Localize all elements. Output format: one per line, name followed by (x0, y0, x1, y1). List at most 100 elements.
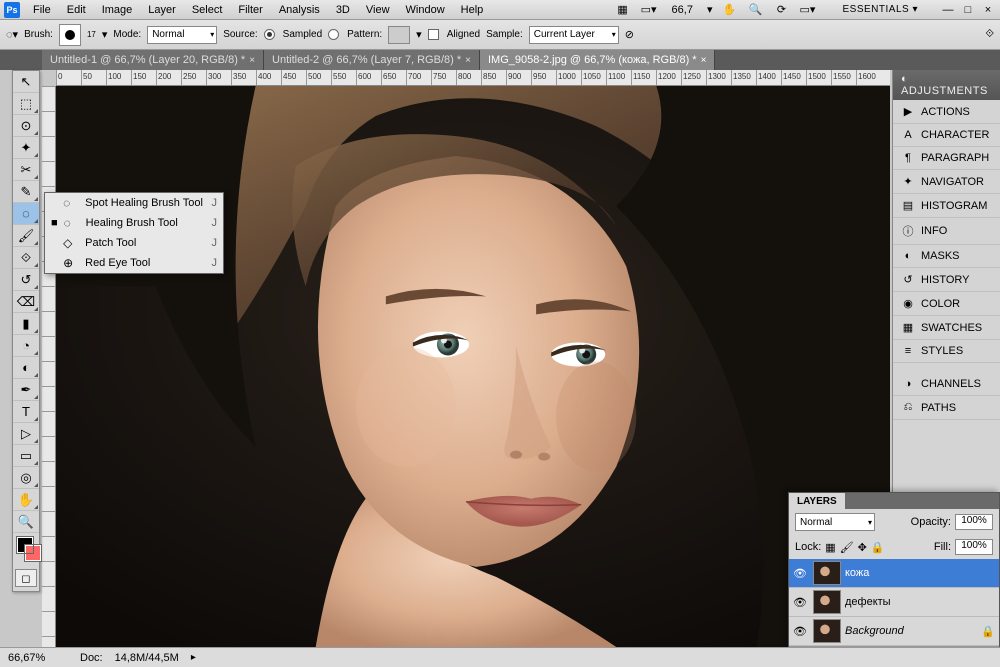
blend-mode-dropdown[interactable]: Normal (795, 513, 875, 531)
3d-tool[interactable]: ◎ (13, 467, 39, 489)
menu-view[interactable]: View (359, 2, 397, 18)
clone-source-icon[interactable]: ⟐ (985, 28, 994, 41)
move-tool[interactable]: ↖ (13, 71, 39, 93)
panel-paragraph[interactable]: ¶PARAGRAPH (893, 147, 1000, 170)
crop-tool[interactable]: ✂ (13, 159, 39, 181)
bridge-icon[interactable]: ▦ (614, 2, 632, 18)
gradient-tool[interactable]: ▮ (13, 313, 39, 335)
document-tab[interactable]: IMG_9058-2.jpg @ 66,7% (кожа, RGB/8) *× (480, 50, 715, 70)
document-tab[interactable]: Untitled-2 @ 66,7% (Layer 7, RGB/8) *× (264, 50, 480, 70)
status-zoom[interactable]: 66,67% (8, 652, 68, 664)
panel-paths[interactable]: ⎌PATHS (893, 396, 1000, 420)
panel-actions[interactable]: ▶ACTIONS (893, 100, 1000, 124)
tab-close-icon[interactable]: × (465, 55, 471, 66)
healing-brush-tool[interactable]: ◌ (13, 203, 39, 225)
menu-analysis[interactable]: Analysis (272, 2, 327, 18)
eraser-tool[interactable]: ⌫ (13, 291, 39, 313)
canvas[interactable] (56, 86, 890, 647)
type-tool[interactable]: T (13, 401, 39, 423)
close-button[interactable]: × (980, 4, 996, 16)
zoom-icon[interactable]: 🔍 (747, 2, 765, 18)
sample-dropdown[interactable]: Current Layer (529, 26, 619, 44)
layers-tab[interactable]: LAYERS (789, 493, 845, 510)
menu-window[interactable]: Window (399, 2, 452, 18)
fill-field[interactable]: 100% (955, 539, 993, 555)
pattern-radio[interactable] (328, 29, 339, 40)
hand-icon[interactable]: ✋ (721, 2, 739, 18)
panel-swatches[interactable]: ▦SWATCHES (893, 316, 1000, 340)
menu-image[interactable]: Image (95, 2, 140, 18)
workspace-switcher[interactable]: ESSENTIALS ▾ (837, 2, 925, 17)
layer-thumbnail[interactable] (813, 561, 841, 585)
menu-file[interactable]: File (26, 2, 58, 18)
layer-row[interactable]: 👁 кожа (789, 559, 999, 588)
maximize-button[interactable]: □ (960, 4, 976, 16)
layer-name[interactable]: Background (845, 625, 904, 637)
panel-navigator[interactable]: ✦NAVIGATOR (893, 170, 1000, 194)
marquee-tool[interactable]: ⬚ (13, 93, 39, 115)
layer-name[interactable]: кожа (845, 567, 869, 579)
stamp-tool[interactable]: ⟐ (13, 247, 39, 269)
menu-filter[interactable]: Filter (231, 2, 269, 18)
visibility-icon[interactable]: 👁 (793, 567, 809, 580)
history-brush-tool[interactable]: ↺ (13, 269, 39, 291)
mode-dropdown[interactable]: Normal (147, 26, 217, 44)
ignore-adj-icon[interactable]: ⊘ (625, 28, 634, 41)
panel-color[interactable]: ◉COLOR (893, 292, 1000, 316)
path-select-tool[interactable]: ▷ (13, 423, 39, 445)
tab-close-icon[interactable]: × (701, 55, 707, 66)
sampled-radio[interactable] (264, 29, 275, 40)
screenmode-icon[interactable]: ▭▾ (799, 2, 817, 18)
visibility-icon[interactable]: 👁 (793, 596, 809, 609)
rotate-icon[interactable]: ⟳ (773, 2, 791, 18)
tool-preset-icon[interactable]: ◌▾ (6, 28, 18, 41)
pattern-swatch[interactable] (388, 26, 410, 44)
document-tab[interactable]: Untitled-1 @ 66,7% (Layer 20, RGB/8) *× (42, 50, 264, 70)
minimize-button[interactable]: — (940, 4, 956, 16)
panel-channels[interactable]: ◑CHANNELS (893, 373, 1000, 396)
lasso-tool[interactable]: ⊙ (13, 115, 39, 137)
quickmask-icon[interactable]: ◻ (15, 569, 37, 587)
brush-preview[interactable] (59, 24, 81, 46)
layer-thumbnail[interactable] (813, 619, 841, 643)
pen-tool[interactable]: ✒ (13, 379, 39, 401)
layer-thumbnail[interactable] (813, 590, 841, 614)
flyout-item[interactable]: ■ ◌Healing Brush ToolJ (45, 213, 223, 233)
shape-tool[interactable]: ▭ (13, 445, 39, 467)
lock-pixels-icon[interactable]: 🖌 (840, 541, 854, 554)
hand-tool[interactable]: ✋ (13, 489, 39, 511)
menu-edit[interactable]: Edit (60, 2, 93, 18)
wand-tool[interactable]: ✦ (13, 137, 39, 159)
lock-transparency-icon[interactable]: ▦ (825, 541, 835, 554)
flyout-item[interactable]: ⊕Red Eye ToolJ (45, 253, 223, 273)
panel-styles[interactable]: ≡STYLES (893, 340, 1000, 363)
zoom-display[interactable]: 66,7 (666, 4, 699, 16)
panel-histogram[interactable]: ▤HISTOGRAM (893, 194, 1000, 218)
visibility-icon[interactable]: 👁 (793, 625, 809, 638)
panel-info[interactable]: ⓘINFO (893, 218, 1000, 245)
blur-tool[interactable]: ◔ (13, 335, 39, 357)
dodge-tool[interactable]: ◐ (13, 357, 39, 379)
opacity-field[interactable]: 100% (955, 514, 993, 530)
layer-row[interactable]: 👁 дефекты (789, 588, 999, 617)
layout-icon[interactable]: ▭▾ (640, 2, 658, 18)
zoom-tool[interactable]: 🔍 (13, 511, 39, 533)
lock-position-icon[interactable]: ✥ (858, 541, 867, 554)
background-color[interactable] (25, 545, 41, 561)
layer-name[interactable]: дефекты (845, 596, 891, 608)
panel-masks[interactable]: ◐MASKS (893, 245, 1000, 268)
menu-layer[interactable]: Layer (141, 2, 183, 18)
adjustments-panel-header[interactable]: ◐ ADJUSTMENTS (893, 70, 1000, 100)
menu-help[interactable]: Help (454, 2, 491, 18)
flyout-item[interactable]: ◌Spot Healing Brush ToolJ (45, 193, 223, 213)
aligned-checkbox[interactable] (428, 29, 439, 40)
flyout-item[interactable]: ◇Patch ToolJ (45, 233, 223, 253)
menu-3d[interactable]: 3D (329, 2, 357, 18)
menu-select[interactable]: Select (185, 2, 230, 18)
brush-tool[interactable]: 🖌 (13, 225, 39, 247)
tab-close-icon[interactable]: × (249, 55, 255, 66)
panel-character[interactable]: ACHARACTER (893, 124, 1000, 147)
lock-all-icon[interactable]: 🔒 (871, 541, 885, 554)
layer-row[interactable]: 👁Background🔒 (789, 617, 999, 646)
eyedropper-tool[interactable]: ✎ (13, 181, 39, 203)
